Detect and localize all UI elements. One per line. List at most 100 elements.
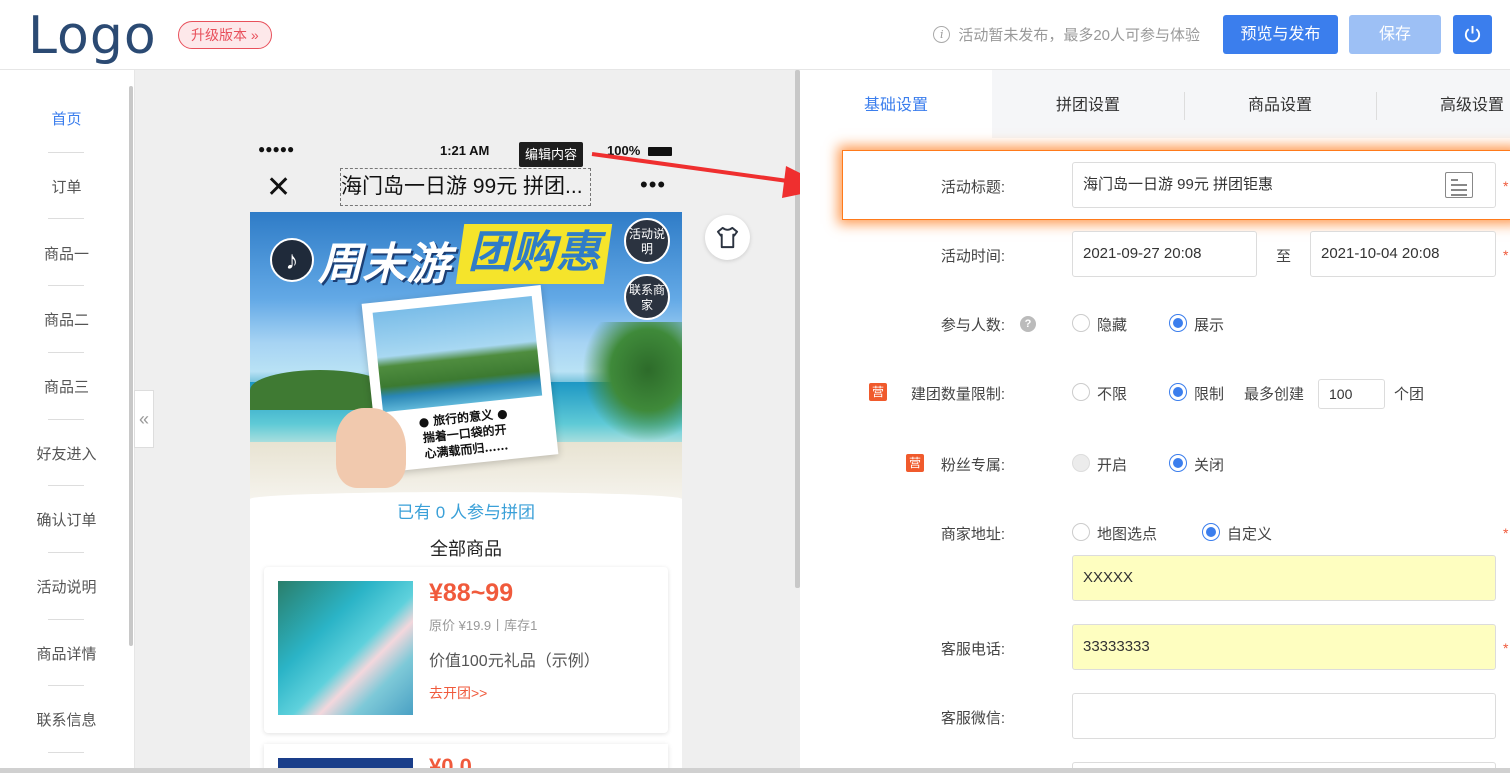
radio-fans-on-label: 开启 bbox=[1097, 457, 1128, 474]
radio-hide[interactable] bbox=[1072, 314, 1090, 332]
phone-preview: ●●●●● 1:21 AM 100% ✕ 海门岛一日游 99元 拼团... ••… bbox=[250, 138, 682, 773]
collapse-sidebar-button[interactable]: « bbox=[134, 390, 154, 448]
time-range-separator: 至 bbox=[1276, 248, 1292, 265]
goods-card[interactable]: ¥88~99 原价 ¥19.9丨库存1 价值100元礼品（示例） 去开团>> bbox=[264, 567, 668, 733]
save-button[interactable]: 保存 bbox=[1349, 15, 1441, 54]
tab-basic-settings[interactable]: 基础设置 bbox=[800, 70, 992, 138]
participants-label: 参与人数: bbox=[940, 317, 1005, 334]
merchant-address-label: 商家地址: bbox=[940, 526, 1005, 543]
service-wechat-label: 客服微信: bbox=[940, 710, 1005, 727]
nav-divider bbox=[48, 352, 84, 353]
radio-fans-off[interactable] bbox=[1169, 454, 1187, 472]
nav-item-contact-info[interactable]: 联系信息 bbox=[0, 709, 133, 730]
radio-fans-on[interactable] bbox=[1072, 454, 1090, 472]
nav-divider bbox=[48, 485, 84, 486]
radio-limited[interactable] bbox=[1169, 383, 1187, 401]
nav-item-home[interactable]: 首页 bbox=[0, 108, 133, 129]
nav-item-orders[interactable]: 订单 bbox=[0, 176, 133, 197]
left-nav: 首页 订单 商品一 商品二 商品三 好友进入 确认订单 活动说明 商品详情 联系… bbox=[0, 70, 135, 773]
settings-tabs: 基础设置 拼团设置 商品设置 高级设置 bbox=[800, 70, 1510, 138]
service-phone-label: 客服电话: bbox=[940, 641, 1005, 658]
activity-time-label: 活动时间: bbox=[940, 248, 1005, 265]
nav-divider bbox=[48, 285, 84, 286]
nav-item-product-2[interactable]: 商品二 bbox=[0, 309, 133, 330]
top-header: Logo 升级版本 » i 活动暂未发布，最多20人可参与体验 预览与发布 保存 bbox=[0, 0, 1510, 70]
nav-item-confirm-order[interactable]: 确认订单 bbox=[0, 509, 133, 530]
nav-divider bbox=[48, 419, 84, 420]
power-icon bbox=[1464, 25, 1481, 43]
nav-item-product-detail[interactable]: 商品详情 bbox=[0, 643, 133, 664]
radio-map-select-label: 地图选点 bbox=[1097, 526, 1158, 543]
signal-icon: ●●●●● bbox=[258, 142, 295, 156]
tab-product-settings[interactable]: 商品设置 bbox=[1184, 70, 1376, 138]
marketing-tag: 营 bbox=[869, 383, 887, 401]
banner-headline-highlight: 团购惠 bbox=[455, 224, 613, 284]
marketing-tag: 营 bbox=[906, 454, 924, 472]
upgrade-version-button[interactable]: 升级版本 » bbox=[178, 21, 272, 49]
activity-info-badge[interactable]: 活动说明 bbox=[624, 218, 670, 264]
joined-count: 已有 0 人参与拼团 bbox=[397, 503, 535, 522]
nav-item-product-3[interactable]: 商品三 bbox=[0, 376, 133, 397]
service-wechat-input[interactable] bbox=[1072, 693, 1496, 739]
radio-unlimited[interactable] bbox=[1072, 383, 1090, 401]
start-group-link[interactable]: 去开团>> bbox=[429, 683, 487, 703]
radio-unlimited-label: 不限 bbox=[1097, 386, 1128, 403]
goods-original-price: 原价 ¥19.9丨库存1 bbox=[429, 618, 538, 633]
nav-divider bbox=[48, 685, 84, 686]
sidebar-scrollbar[interactable] bbox=[129, 86, 133, 646]
preview-publish-button[interactable]: 预览与发布 bbox=[1223, 15, 1338, 54]
nav-item-friend-entry[interactable]: 好友进入 bbox=[0, 443, 133, 464]
banner-headline: 周末游 bbox=[318, 240, 450, 289]
required-mark: * bbox=[1503, 178, 1509, 194]
nav-item-product-1[interactable]: 商品一 bbox=[0, 243, 133, 264]
goods-price: ¥88~99 bbox=[429, 579, 514, 607]
service-phone-input[interactable]: 33333333 bbox=[1072, 624, 1496, 670]
info-icon: i bbox=[933, 26, 951, 43]
group-limit-label: 建团数量限制: bbox=[910, 386, 1005, 403]
radio-custom-address[interactable] bbox=[1202, 523, 1220, 541]
logo: Logo bbox=[28, 6, 157, 66]
nav-item-activity-info[interactable]: 活动说明 bbox=[0, 576, 133, 597]
edit-content-tooltip: 编辑内容 bbox=[519, 142, 584, 167]
close-icon[interactable]: ✕ bbox=[266, 170, 291, 205]
goods-description: 价值100元礼品（示例） bbox=[429, 653, 600, 670]
nav-divider bbox=[48, 152, 84, 153]
nav-divider bbox=[48, 552, 84, 553]
radio-limited-label: 限制 bbox=[1194, 386, 1225, 403]
power-button[interactable] bbox=[1453, 15, 1492, 54]
shirt-icon bbox=[716, 226, 739, 249]
required-mark: * bbox=[1503, 247, 1509, 263]
radio-map-select[interactable] bbox=[1072, 523, 1090, 541]
radio-custom-address-label: 自定义 bbox=[1227, 526, 1273, 543]
all-goods-heading: 全部商品 bbox=[430, 539, 502, 559]
tab-group-settings[interactable]: 拼团设置 bbox=[992, 70, 1184, 138]
groups-unit-label: 个团 bbox=[1394, 386, 1425, 403]
horizontal-scrollbar[interactable] bbox=[0, 768, 1510, 773]
contact-merchant-badge[interactable]: 联系商家 bbox=[624, 274, 670, 320]
required-mark: * bbox=[1503, 640, 1509, 656]
publish-notice: i 活动暂未发布，最多20人可参与体验 bbox=[933, 24, 1200, 45]
tab-advanced-settings[interactable]: 高级设置 bbox=[1376, 70, 1510, 138]
max-groups-input[interactable]: 100 bbox=[1318, 379, 1385, 409]
radio-show[interactable] bbox=[1169, 314, 1187, 332]
nav-divider bbox=[48, 752, 84, 753]
phone-page-title[interactable]: 海门岛一日游 99元 拼团... bbox=[340, 168, 591, 206]
start-time-input[interactable]: 2021-09-27 20:08 bbox=[1072, 231, 1257, 277]
notice-text: 活动暂未发布，最多20人可参与体验 bbox=[958, 27, 1200, 44]
address-input[interactable]: XXXXX bbox=[1072, 555, 1496, 601]
radio-show-label: 展示 bbox=[1194, 317, 1225, 334]
help-icon[interactable]: ? bbox=[1020, 316, 1036, 332]
theme-skin-button[interactable] bbox=[705, 215, 750, 260]
fans-only-label: 粉丝专属: bbox=[940, 457, 1005, 474]
required-mark: * bbox=[1503, 525, 1509, 541]
radio-fans-off-label: 关闭 bbox=[1194, 457, 1225, 474]
activity-title-input[interactable]: 海门岛一日游 99元 拼团钜惠 bbox=[1072, 162, 1496, 208]
activity-title-label: 活动标题: bbox=[940, 179, 1005, 196]
max-create-label: 最多创建 bbox=[1244, 386, 1305, 403]
text-template-icon[interactable] bbox=[1445, 172, 1473, 198]
status-time: 1:21 AM bbox=[440, 143, 490, 158]
banner-image[interactable]: ♪ 周末游 团购惠 活动说明 联系商家 ● 旅行的意义 ● 揣着一口袋的开 心满… bbox=[250, 212, 682, 502]
music-icon[interactable]: ♪ bbox=[270, 238, 314, 282]
goods-image bbox=[278, 581, 413, 715]
end-time-input[interactable]: 2021-10-04 20:08 bbox=[1310, 231, 1496, 277]
